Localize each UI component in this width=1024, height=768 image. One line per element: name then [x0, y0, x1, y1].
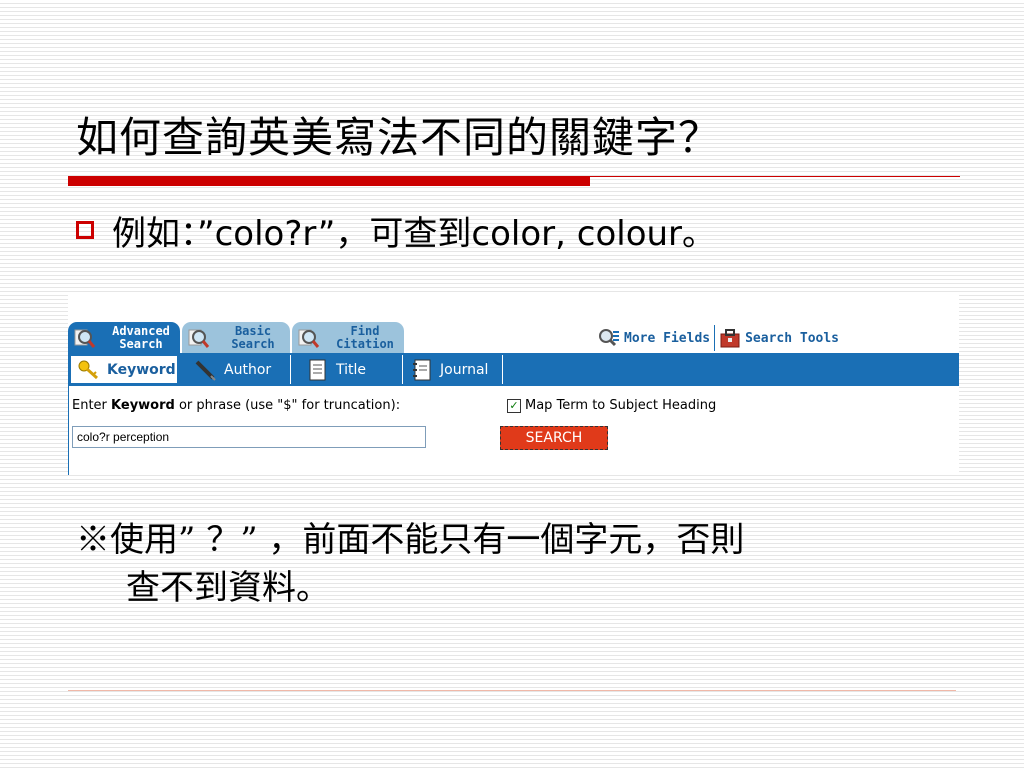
magnifier-icon [74, 329, 96, 348]
title-underline-bar [68, 176, 590, 186]
left-border [68, 353, 69, 475]
subtab-label: Keyword [107, 361, 176, 378]
square-bullet-icon [76, 221, 94, 239]
notebook-icon [413, 359, 431, 380]
prompt-prefix: Enter [72, 398, 112, 413]
magnifier-icon [298, 329, 320, 348]
search-tools-link[interactable]: Search Tools [745, 331, 839, 346]
top-links-divider [714, 325, 716, 351]
tab-basic-search[interactable]: Basic Search [182, 322, 290, 353]
bullet-item: 例如：”colo?r”，可查到color, colour。 [76, 208, 717, 254]
map-term-label: Map Term to Subject Heading [525, 398, 717, 413]
title-underline-line [590, 176, 960, 177]
document-icon [309, 359, 326, 380]
magnifier-icon [188, 329, 210, 348]
subtab-label: Journal [440, 361, 489, 378]
prompt-keyword: Keyword [111, 398, 175, 413]
subtab-keyword[interactable]: Keyword [70, 355, 178, 384]
subtab-author[interactable]: Author [194, 355, 271, 384]
search-input[interactable]: colo?r perception [72, 426, 426, 448]
prompt-suffix: or phrase (use "$" for truncation): [174, 398, 401, 413]
subtab-label: Author [224, 361, 272, 378]
key-icon [78, 360, 99, 379]
tab-label: Advanced Search [112, 323, 170, 351]
subtab-divider [502, 355, 503, 384]
footer-rule [68, 690, 956, 691]
subtab-label: Title [336, 361, 367, 378]
pen-icon [195, 360, 216, 381]
subtab-title[interactable]: Title [306, 355, 366, 384]
toolbox-icon [720, 329, 740, 348]
subtab-journal[interactable]: Journal [410, 355, 488, 384]
more-fields-icon [599, 329, 619, 347]
note-line-2: 查不到資料。 [126, 568, 330, 608]
tab-advanced-search[interactable]: Advanced Search [68, 322, 180, 353]
embedded-search-screenshot: Advanced Search Basic Search Find Citati… [68, 295, 959, 475]
bullet-text: 例如：”colo?r”，可查到color, colour。 [112, 213, 717, 254]
search-button[interactable]: SEARCH [500, 426, 608, 450]
tab-label: Basic Search [231, 323, 275, 351]
keyword-prompt: Enter Keyword or phrase (use "$" for tru… [72, 398, 400, 413]
tab-find-citation[interactable]: Find Citation [292, 322, 404, 353]
subtab-divider [402, 355, 403, 384]
subtab-divider [290, 355, 291, 384]
slide-title: 如何查詢英美寫法不同的關鍵字？ [76, 113, 722, 162]
tab-label: Find Citation [336, 323, 394, 351]
map-term-checkbox[interactable]: ✓ [507, 398, 521, 413]
more-fields-link[interactable]: More Fields [624, 331, 710, 346]
map-term-option[interactable]: ✓ Map Term to Subject Heading [507, 398, 716, 413]
note-line-1: ※使用” ？” ，前面不能只有一個字元，否則 [76, 520, 745, 560]
search-type-bar: Keyword Author Title Journal [68, 353, 959, 386]
note-text: ※使用” ？” ，前面不能只有一個字元，否則 查不到資料。 [76, 516, 956, 612]
top-links: More Fields Search Tools [598, 325, 839, 351]
